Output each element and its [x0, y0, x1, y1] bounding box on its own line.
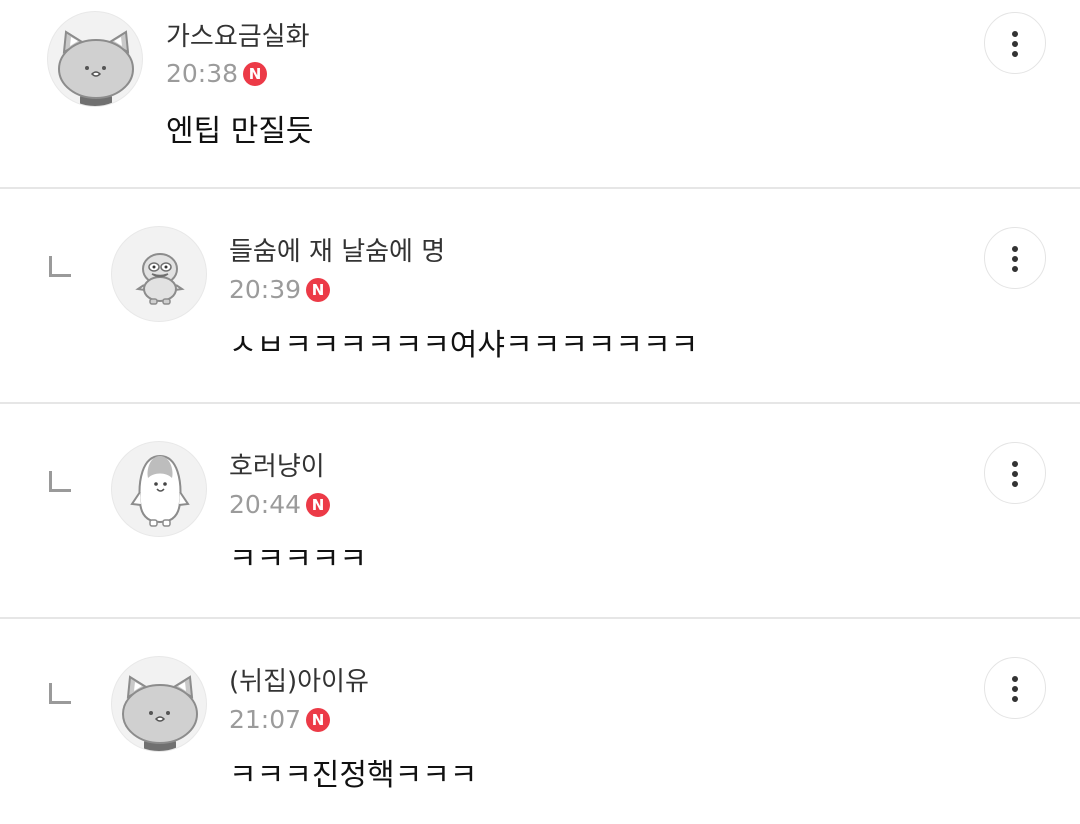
duck-avatar[interactable]	[111, 226, 207, 322]
reply-indent-icon	[49, 471, 71, 492]
comment-content: ㅅㅂㅋㅋㅋㅋㅋㅋ여샤ㅋㅋㅋㅋㅋㅋㅋ	[229, 328, 699, 363]
comment-meta: 20:38 N	[166, 58, 268, 90]
cat-avatar[interactable]	[111, 656, 207, 752]
more-vertical-icon	[1012, 246, 1018, 252]
penguin-avatar[interactable]	[111, 441, 207, 537]
more-options-button[interactable]	[984, 227, 1046, 289]
comment-meta: 20:39 N	[229, 274, 331, 306]
more-vertical-icon-dot	[1012, 256, 1018, 262]
comment-time: 20:39	[229, 275, 302, 304]
more-options-button[interactable]	[984, 12, 1046, 74]
more-vertical-icon-dot	[1012, 686, 1018, 692]
more-vertical-icon	[1012, 31, 1018, 37]
comment-nickname[interactable]: 가스요금실화	[166, 21, 310, 53]
comment-nickname[interactable]: 들숨에 재 날숨에 명	[229, 236, 445, 268]
comment-content: 엔팁 만질듯	[166, 114, 314, 149]
reply-item: 호러냥이 20:44 N ㅋㅋㅋㅋㅋ	[0, 404, 1080, 617]
reply-indent-icon	[49, 256, 71, 277]
more-vertical-icon-dot	[1012, 51, 1018, 57]
comment-content: ㅋㅋㅋ진정핵ㅋㅋㅋ	[229, 758, 478, 793]
comment-content: ㅋㅋㅋㅋㅋ	[229, 542, 367, 577]
more-vertical-icon-dot	[1012, 266, 1018, 272]
comment-meta: 21:07 N	[229, 704, 331, 736]
more-vertical-icon	[1012, 676, 1018, 682]
reply-item: (뉘집)아이유 21:07 N ㅋㅋㅋ진정핵ㅋㅋㅋ	[0, 619, 1080, 824]
reply-item: 들숨에 재 날숨에 명 20:39 N ㅅㅂㅋㅋㅋㅋㅋㅋ여샤ㅋㅋㅋㅋㅋㅋㅋ	[0, 189, 1080, 402]
comment-time: 21:07	[229, 705, 302, 734]
more-vertical-icon-dot	[1012, 696, 1018, 702]
cat-avatar[interactable]	[47, 11, 143, 107]
reply-indent-icon	[49, 683, 71, 704]
penguin-avatar-icon	[130, 454, 190, 527]
comment-meta: 20:44 N	[229, 489, 331, 521]
more-options-button[interactable]	[984, 442, 1046, 504]
comment-time: 20:44	[229, 490, 302, 519]
comment-time: 20:38	[166, 59, 239, 88]
new-badge-icon: N	[306, 708, 331, 732]
new-badge-icon: N	[243, 62, 268, 86]
comment-nickname[interactable]: 호러냥이	[229, 451, 325, 483]
cat-avatar-icon	[58, 30, 134, 106]
cat-avatar-icon	[122, 675, 198, 751]
more-options-button[interactable]	[984, 657, 1046, 719]
more-vertical-icon-dot	[1012, 481, 1018, 487]
more-vertical-icon	[1012, 461, 1018, 467]
duck-avatar-icon	[135, 253, 185, 305]
more-vertical-icon-dot	[1012, 471, 1018, 477]
comment-item: 가스요금실화 20:38 N 엔팁 만질듯	[0, 0, 1080, 187]
new-badge-icon: N	[306, 278, 331, 302]
comment-nickname[interactable]: (뉘집)아이유	[229, 666, 369, 698]
new-badge-icon: N	[306, 493, 331, 517]
more-vertical-icon-dot	[1012, 41, 1018, 47]
